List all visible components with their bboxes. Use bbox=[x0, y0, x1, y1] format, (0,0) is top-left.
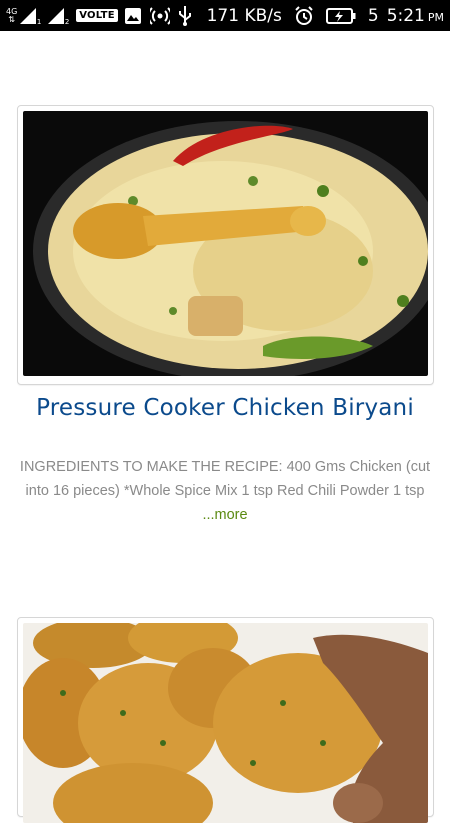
recipe-image-vada[interactable] bbox=[23, 623, 428, 823]
recipe-image-biryani[interactable] bbox=[23, 111, 428, 376]
network-type-indicator: 4G ⇅ bbox=[6, 7, 17, 24]
image-notification-icon bbox=[124, 7, 142, 25]
more-link[interactable]: ...more bbox=[202, 507, 247, 523]
sim2-label: 2 bbox=[64, 17, 70, 26]
recipe-excerpt: INGREDIENTS TO MAKE THE RECIPE: 400 Gms … bbox=[14, 455, 436, 527]
usb-icon bbox=[178, 5, 192, 26]
recipe-card[interactable] bbox=[17, 105, 434, 385]
recipe-card[interactable] bbox=[17, 617, 434, 823]
volte-badge: VOLTE bbox=[76, 9, 118, 22]
data-arrows-icon: ⇅ bbox=[8, 14, 15, 24]
clock: 5:21 PM bbox=[386, 5, 444, 26]
status-bar: 4G ⇅ 1 2 VOLTE 171 KB/s 5 5:21 PM bbox=[0, 0, 450, 31]
signal-sim2-icon: 2 bbox=[48, 7, 70, 26]
data-speed: 171 KB/s bbox=[206, 5, 282, 26]
excerpt-text: INGREDIENTS TO MAKE THE RECIPE: 400 Gms … bbox=[19, 459, 431, 499]
sim1-label: 1 bbox=[36, 17, 42, 26]
battery-icon bbox=[325, 7, 356, 24]
alarm-icon bbox=[294, 5, 314, 26]
recipe-title[interactable]: Pressure Cooker Chicken Biryani bbox=[0, 395, 450, 421]
battery-level-label: 5 bbox=[367, 5, 379, 26]
hotspot-icon bbox=[149, 6, 170, 25]
signal-sim1-icon: 1 bbox=[20, 7, 42, 26]
